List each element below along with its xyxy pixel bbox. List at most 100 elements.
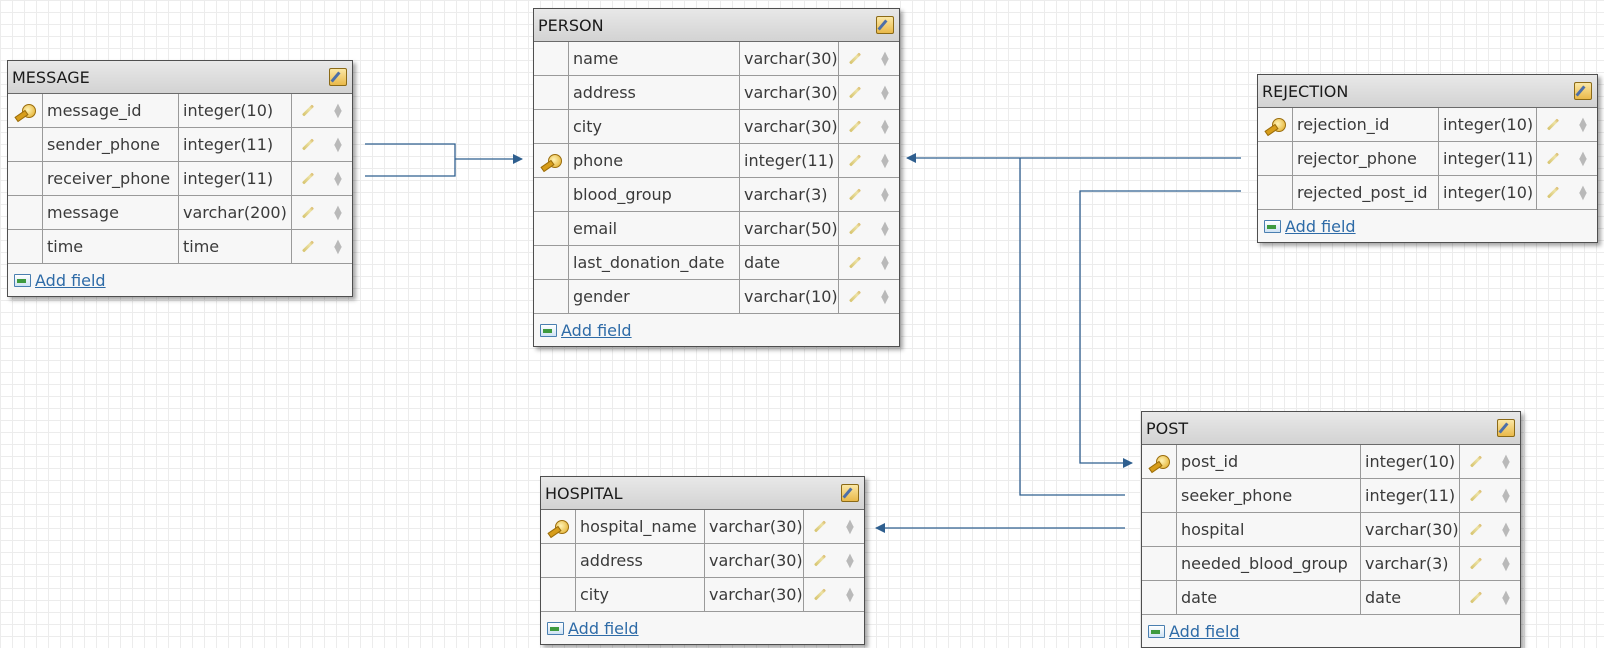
field-type[interactable]: varchar(30) [740, 42, 839, 75]
field-row[interactable]: hospital varchar(30) ▲ ▼ [1142, 513, 1520, 547]
field-type[interactable]: date [1361, 581, 1460, 614]
field-row[interactable]: message_id integer(10) ▲ ▼ [8, 94, 352, 128]
field-name[interactable]: message_id [43, 94, 179, 127]
edit-field-button[interactable] [292, 128, 324, 161]
edit-field-button[interactable] [804, 510, 836, 543]
field-row[interactable]: receiver_phone integer(11) ▲ ▼ [8, 162, 352, 196]
edit-field-button[interactable] [839, 246, 871, 279]
field-type[interactable]: varchar(30) [705, 578, 804, 611]
reorder-handle[interactable]: ▲ ▼ [871, 76, 899, 109]
field-name[interactable]: time [43, 230, 179, 263]
field-name[interactable]: address [576, 544, 705, 577]
edit-field-button[interactable] [1460, 513, 1492, 546]
field-name[interactable]: phone [569, 144, 740, 177]
reorder-handle[interactable]: ▲ ▼ [871, 178, 899, 211]
field-type[interactable]: varchar(10) [740, 280, 839, 313]
reorder-handle[interactable]: ▲ ▼ [324, 162, 352, 195]
reorder-handle[interactable]: ▲ ▼ [1569, 142, 1597, 175]
add-field-icon[interactable] [14, 273, 31, 287]
field-type[interactable]: integer(10) [1439, 108, 1537, 141]
field-name[interactable]: needed_blood_group [1177, 547, 1361, 580]
field-row[interactable]: blood_group varchar(3) ▲ ▼ [534, 178, 899, 212]
field-type[interactable]: varchar(30) [1361, 513, 1460, 546]
field-type[interactable]: integer(11) [1439, 142, 1537, 175]
field-name[interactable]: email [569, 212, 740, 245]
field-name[interactable]: blood_group [569, 178, 740, 211]
field-name[interactable]: rejector_phone [1293, 142, 1439, 175]
table-header[interactable]: HOSPITAL [541, 477, 864, 510]
edit-field-button[interactable] [839, 280, 871, 313]
field-name[interactable]: post_id [1177, 445, 1361, 478]
reorder-handle[interactable]: ▲ ▼ [871, 246, 899, 279]
add-field-link[interactable]: Add field [1285, 217, 1356, 236]
edit-table-icon[interactable] [1574, 82, 1592, 100]
field-row[interactable]: rejected_post_id integer(10) ▲ ▼ [1258, 176, 1597, 210]
field-type[interactable]: integer(10) [1361, 445, 1460, 478]
reorder-handle[interactable]: ▲ ▼ [871, 280, 899, 313]
reorder-handle[interactable]: ▲ ▼ [1492, 547, 1520, 580]
table-header[interactable]: PERSON [534, 9, 899, 42]
add-field-icon[interactable] [1148, 624, 1165, 638]
field-name[interactable]: rejected_post_id [1293, 176, 1439, 209]
edit-table-icon[interactable] [841, 484, 859, 502]
edit-field-button[interactable] [1460, 547, 1492, 580]
field-type[interactable]: integer(11) [179, 128, 292, 161]
field-name[interactable]: last_donation_date [569, 246, 740, 279]
reorder-handle[interactable]: ▲ ▼ [1492, 445, 1520, 478]
field-type[interactable]: integer(11) [740, 144, 839, 177]
edit-field-button[interactable] [1460, 445, 1492, 478]
add-field-link[interactable]: Add field [561, 321, 632, 340]
table-header[interactable]: REJECTION [1258, 75, 1597, 108]
field-row[interactable]: needed_blood_group varchar(3) ▲ ▼ [1142, 547, 1520, 581]
table-message[interactable]: MESSAGE message_id integer(10) ▲ ▼ sender… [7, 60, 353, 297]
field-row[interactable]: address varchar(30) ▲ ▼ [534, 76, 899, 110]
reorder-handle[interactable]: ▲ ▼ [871, 144, 899, 177]
reorder-handle[interactable]: ▲ ▼ [871, 212, 899, 245]
field-name[interactable]: sender_phone [43, 128, 179, 161]
field-type[interactable]: date [740, 246, 839, 279]
field-row[interactable]: gender varchar(10) ▲ ▼ [534, 280, 899, 314]
add-field-icon[interactable] [547, 621, 564, 635]
field-type[interactable]: varchar(3) [1361, 547, 1460, 580]
field-row[interactable]: date date ▲ ▼ [1142, 581, 1520, 615]
field-row[interactable]: rejector_phone integer(11) ▲ ▼ [1258, 142, 1597, 176]
field-row[interactable]: time time ▲ ▼ [8, 230, 352, 264]
field-name[interactable]: address [569, 76, 740, 109]
edit-field-button[interactable] [839, 42, 871, 75]
edit-field-button[interactable] [292, 196, 324, 229]
reorder-handle[interactable]: ▲ ▼ [324, 128, 352, 161]
field-name[interactable]: message [43, 196, 179, 229]
field-row[interactable]: seeker_phone integer(11) ▲ ▼ [1142, 479, 1520, 513]
table-header[interactable]: POST [1142, 412, 1520, 445]
table-header[interactable]: MESSAGE [8, 61, 352, 94]
field-type[interactable]: integer(11) [1361, 479, 1460, 512]
field-row[interactable]: post_id integer(10) ▲ ▼ [1142, 445, 1520, 479]
edit-table-icon[interactable] [329, 68, 347, 86]
field-type[interactable]: integer(11) [179, 162, 292, 195]
table-hospital[interactable]: HOSPITAL hospital_name varchar(30) ▲ ▼ ad… [540, 476, 865, 645]
field-row[interactable]: rejection_id integer(10) ▲ ▼ [1258, 108, 1597, 142]
field-type[interactable]: varchar(50) [740, 212, 839, 245]
field-type[interactable]: integer(10) [179, 94, 292, 127]
field-type[interactable]: varchar(30) [705, 544, 804, 577]
edit-field-button[interactable] [1460, 479, 1492, 512]
edit-field-button[interactable] [1537, 108, 1569, 141]
field-name[interactable]: hospital [1177, 513, 1361, 546]
field-type[interactable]: varchar(30) [740, 110, 839, 143]
edit-field-button[interactable] [1537, 142, 1569, 175]
edit-field-button[interactable] [804, 544, 836, 577]
edit-field-button[interactable] [839, 110, 871, 143]
edit-field-button[interactable] [292, 162, 324, 195]
add-field-icon[interactable] [540, 323, 557, 337]
field-name[interactable]: date [1177, 581, 1361, 614]
field-row[interactable]: message varchar(200) ▲ ▼ [8, 196, 352, 230]
field-name[interactable]: rejection_id [1293, 108, 1439, 141]
reorder-handle[interactable]: ▲ ▼ [871, 110, 899, 143]
field-type[interactable]: varchar(3) [740, 178, 839, 211]
edit-table-icon[interactable] [876, 16, 894, 34]
edit-field-button[interactable] [804, 578, 836, 611]
table-person[interactable]: PERSON name varchar(30) ▲ ▼ address varch… [533, 8, 900, 347]
reorder-handle[interactable]: ▲ ▼ [871, 42, 899, 75]
field-name[interactable]: city [576, 578, 705, 611]
table-post[interactable]: POST post_id integer(10) ▲ ▼ seeker_phone… [1141, 411, 1521, 648]
